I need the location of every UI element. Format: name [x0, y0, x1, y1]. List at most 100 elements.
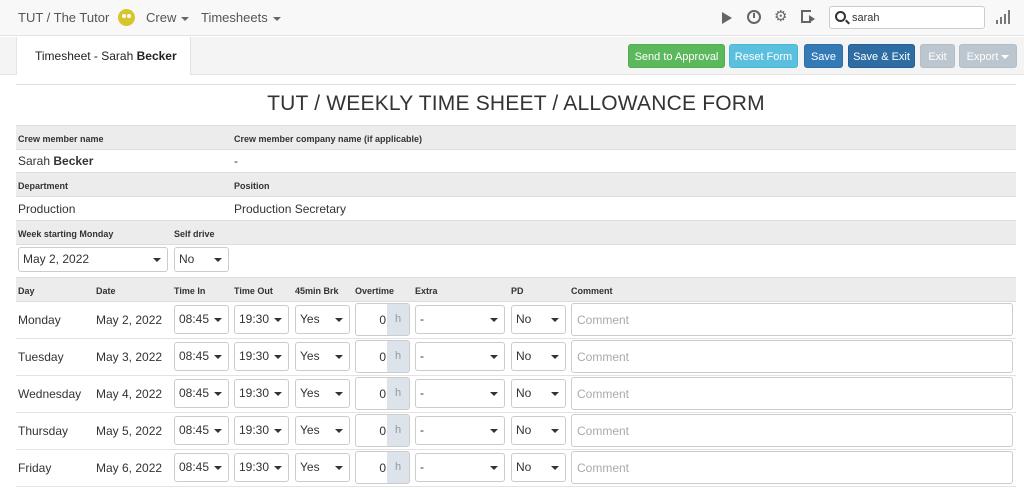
time-out-select[interactable]: 19:30	[234, 379, 289, 408]
pd-select[interactable]: No	[511, 416, 566, 445]
self-drive-value: No	[179, 252, 195, 266]
pd-select[interactable]: No	[511, 379, 566, 408]
crew-name-value: Sarah Becker	[18, 154, 93, 168]
overtime-value: 0	[379, 387, 386, 401]
brand-link[interactable]: TUT / The Tutor	[18, 10, 109, 25]
crew-last-name: Becker	[53, 154, 94, 168]
page-title-prefix: Timesheet - Sarah	[35, 49, 137, 63]
self-drive-select[interactable]: No	[174, 247, 229, 272]
overtime-value: 0	[379, 424, 386, 438]
break-select-value: Yes	[300, 349, 320, 363]
send-to-approval-button[interactable]: Send to Approval	[628, 44, 725, 68]
save-and-exit-button[interactable]: Save & Exit	[848, 44, 915, 68]
break-select[interactable]: Yes	[295, 453, 350, 482]
time-in-select-value: 08:45	[179, 312, 210, 326]
chevron-down-icon	[551, 392, 559, 396]
time-in-select[interactable]: 08:45	[174, 305, 229, 334]
week-start-select[interactable]: May 2, 2022	[18, 247, 168, 272]
row-divider	[16, 449, 1016, 450]
overtime-input[interactable]: 0h	[355, 340, 410, 373]
chevron-down-icon	[490, 318, 498, 322]
comment-input[interactable]	[571, 303, 1013, 336]
time-out-select[interactable]: 19:30	[234, 305, 289, 334]
extra-select[interactable]: -	[415, 305, 505, 334]
gear-icon[interactable]: ⚙	[774, 9, 787, 25]
pd-select-value: No	[516, 423, 532, 437]
date-cell: May 3, 2022	[96, 350, 163, 364]
clock-icon[interactable]	[747, 10, 761, 24]
chevron-down-icon	[551, 466, 559, 470]
overtime-input[interactable]: 0h	[355, 414, 410, 447]
chevron-down-icon	[490, 429, 498, 433]
time-in-select[interactable]: 08:45	[174, 379, 229, 408]
table-row: Tuesday May 3, 2022 08:45 19:30 Yes 0 h - No	[0, 340, 1024, 375]
time-out-select-value: 19:30	[239, 349, 270, 363]
save-button[interactable]: Save	[804, 44, 843, 68]
time-out-select[interactable]: 19:30	[234, 416, 289, 445]
exit-button[interactable]: Exit	[920, 44, 955, 68]
break-select[interactable]: Yes	[295, 379, 350, 408]
chevron-down-icon	[490, 466, 498, 470]
comment-input[interactable]	[571, 451, 1013, 484]
signal-icon[interactable]	[996, 10, 1010, 24]
time-in-select-value: 08:45	[179, 386, 210, 400]
pd-select[interactable]: No	[511, 305, 566, 334]
crew-name-label: Crew member name	[18, 134, 104, 144]
divider	[16, 84, 1016, 85]
nav-timesheets-label: Timesheets	[201, 10, 268, 25]
label-row: Week starting Monday Self drive	[16, 220, 1016, 245]
company-label: Crew member company name (if applicable)	[234, 134, 423, 144]
export-dropdown-button[interactable]: Export	[959, 44, 1017, 68]
pd-select[interactable]: No	[511, 453, 566, 482]
break-select[interactable]: Yes	[295, 305, 350, 334]
break-select[interactable]: Yes	[295, 342, 350, 371]
extra-select[interactable]: -	[415, 342, 505, 371]
col-extra: Extra	[415, 286, 438, 296]
timesheet-tab[interactable]: Timesheet - Sarah Becker	[16, 37, 191, 75]
search-icon	[835, 11, 846, 22]
overtime-input[interactable]: 0h	[355, 377, 410, 410]
extra-select-value: -	[420, 460, 424, 474]
extra-select-value: -	[420, 312, 424, 326]
comment-input[interactable]	[571, 414, 1013, 447]
chevron-down-icon	[335, 318, 343, 322]
time-out-select[interactable]: 19:30	[234, 342, 289, 371]
chevron-down-icon	[335, 355, 343, 359]
extra-select[interactable]: -	[415, 453, 505, 482]
sign-out-icon[interactable]	[801, 10, 815, 23]
pd-select[interactable]: No	[511, 342, 566, 371]
col-time-in: Time In	[174, 286, 206, 296]
time-in-select[interactable]: 08:45	[174, 416, 229, 445]
nav-timesheets-dropdown[interactable]: Timesheets	[201, 10, 281, 25]
day-cell: Tuesday	[18, 350, 64, 364]
comment-input[interactable]	[571, 377, 1013, 410]
reset-form-button[interactable]: Reset Form	[729, 44, 798, 68]
break-select-value: Yes	[300, 423, 320, 437]
hours-unit-addon: h	[387, 304, 409, 335]
extra-select[interactable]: -	[415, 416, 505, 445]
chevron-down-icon	[490, 392, 498, 396]
overtime-value: 0	[379, 461, 386, 475]
break-select-value: Yes	[300, 312, 320, 326]
search-input[interactable]	[852, 10, 980, 25]
extra-select[interactable]: -	[415, 379, 505, 408]
pd-select-value: No	[516, 460, 532, 474]
overtime-value: 0	[379, 350, 386, 364]
chevron-down-icon	[214, 318, 222, 322]
hours-unit-addon: h	[387, 415, 409, 446]
time-in-select[interactable]: 08:45	[174, 342, 229, 371]
time-out-select-value: 19:30	[239, 386, 270, 400]
play-icon[interactable]	[722, 12, 732, 24]
time-in-select[interactable]: 08:45	[174, 453, 229, 482]
crew-icon	[118, 9, 135, 26]
overtime-input[interactable]: 0h	[355, 451, 410, 484]
crew-first-name: Sarah	[18, 154, 54, 168]
time-out-select[interactable]: 19:30	[234, 453, 289, 482]
comment-input[interactable]	[571, 340, 1013, 373]
self-drive-label: Self drive	[174, 229, 215, 239]
break-select[interactable]: Yes	[295, 416, 350, 445]
overtime-input[interactable]: 0h	[355, 303, 410, 336]
nav-crew-dropdown[interactable]: Crew	[146, 10, 190, 25]
chevron-down-icon	[274, 429, 282, 433]
page-title-surname: Becker	[136, 49, 177, 63]
